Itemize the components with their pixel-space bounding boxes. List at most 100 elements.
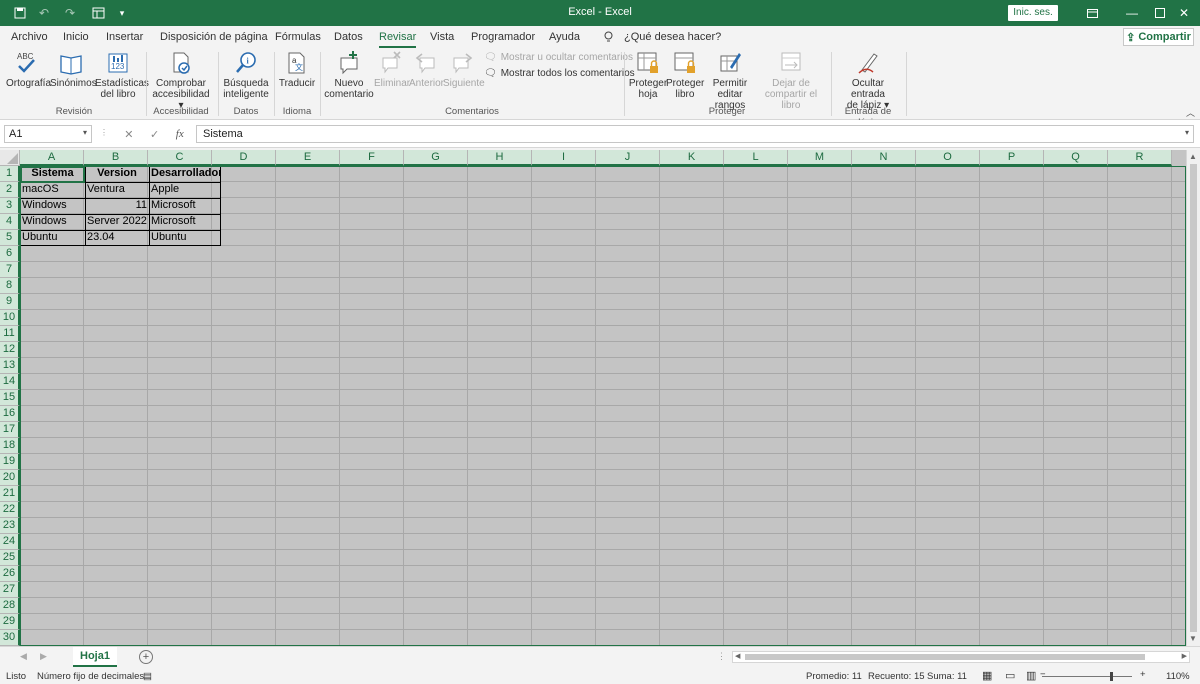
tab-inicio[interactable]: Inicio [63, 31, 89, 43]
close-icon[interactable]: ✕ [1162, 0, 1200, 26]
row-header-9[interactable]: 9 [0, 294, 20, 310]
tab-formulas[interactable]: Fórmulas [275, 31, 321, 43]
row-header-26[interactable]: 26 [0, 566, 20, 582]
zoom-out-icon[interactable]: − [1040, 669, 1046, 680]
worksheet-grid[interactable]: ABCDEFGHIJKLMNOPQR 1 2 3 4 5 6 7 8 9 10 11 12 13 14 15… [0, 150, 1186, 646]
column-header-o[interactable]: O [916, 150, 980, 166]
row-header-8[interactable]: 8 [0, 278, 20, 294]
macro-record-icon[interactable]: ▤ [143, 671, 152, 682]
column-header-i[interactable]: I [532, 150, 596, 166]
page-layout-icon[interactable]: ▭ [1005, 669, 1015, 682]
column-header-g[interactable]: G [404, 150, 468, 166]
tab-disposicion[interactable]: Disposición de página [160, 31, 268, 43]
row-header-20[interactable]: 20 [0, 470, 20, 486]
prev-sheet-icon[interactable]: ◀ [20, 651, 27, 662]
row-header-30[interactable]: 30 [0, 630, 20, 646]
row-header-1[interactable]: 1 [0, 166, 20, 182]
share-button[interactable]: ⇪ Compartir [1123, 28, 1194, 46]
enter-icon[interactable]: ✓ [150, 128, 159, 141]
tab-archivo[interactable]: Archivo [11, 31, 48, 43]
formula-input[interactable]: Sistema [196, 125, 1194, 143]
previous-comment-button[interactable]: Anterior [409, 50, 444, 89]
row-header-19[interactable]: 19 [0, 454, 20, 470]
cancel-icon[interactable]: ✕ [124, 128, 133, 141]
row-header-6[interactable]: 6 [0, 246, 20, 262]
select-all-button[interactable] [0, 150, 20, 166]
check-accessibility-button[interactable]: Comprobar accesibilidad ▾ [150, 50, 212, 111]
row-header-7[interactable]: 7 [0, 262, 20, 278]
column-header-a[interactable]: A [20, 150, 84, 166]
ribbon-display-icon[interactable] [1070, 0, 1114, 26]
workbook-statistics-button[interactable]: 123 Estadísticas del libro [95, 50, 149, 100]
new-comment-button[interactable]: Nuevo comentario [324, 50, 374, 100]
next-comment-button[interactable]: Siguiente [443, 50, 485, 89]
tab-revisar[interactable]: Revisar [379, 31, 417, 48]
row-header-10[interactable]: 10 [0, 310, 20, 326]
tab-vista[interactable]: Vista [430, 31, 454, 43]
show-hide-comment-button[interactable]: 🗨 Mostrar u ocultar comentarios [484, 52, 633, 63]
row-header-2[interactable]: 2 [0, 182, 20, 198]
column-header-p[interactable]: P [980, 150, 1044, 166]
row-header-21[interactable]: 21 [0, 486, 20, 502]
horizontal-scrollbar[interactable]: ◀ ▶ [732, 651, 1190, 663]
page-break-icon[interactable]: ▥ [1026, 669, 1036, 682]
show-all-comments-button[interactable]: 🗨 Mostrar todos los comentarios [484, 68, 635, 79]
column-header-k[interactable]: K [660, 150, 724, 166]
protect-workbook-button[interactable]: Proteger libro [666, 50, 704, 100]
row-header-4[interactable]: 4 [0, 214, 20, 230]
name-box[interactable]: A1 ▾ [4, 125, 92, 143]
column-header-f[interactable]: F [340, 150, 404, 166]
column-header-m[interactable]: M [788, 150, 852, 166]
expand-formula-icon[interactable]: ▾ [1185, 128, 1189, 137]
scroll-down-icon[interactable]: ▼ [1189, 634, 1197, 643]
row-header-3[interactable]: 3 [0, 198, 20, 214]
zoom-slider-knob[interactable] [1110, 672, 1113, 681]
column-header-r[interactable]: R [1108, 150, 1172, 166]
next-sheet-icon[interactable]: ▶ [40, 651, 47, 662]
row-header-27[interactable]: 27 [0, 582, 20, 598]
smart-lookup-button[interactable]: i Búsqueda inteligente [222, 50, 270, 100]
column-header-h[interactable]: H [468, 150, 532, 166]
column-header-d[interactable]: D [212, 150, 276, 166]
tab-ayuda[interactable]: Ayuda [549, 31, 580, 43]
row-header-16[interactable]: 16 [0, 406, 20, 422]
row-header-18[interactable]: 18 [0, 438, 20, 454]
collapse-ribbon-icon[interactable]: ︿ [1186, 106, 1195, 119]
allow-edit-ranges-button[interactable]: Permitir editar rangos [704, 50, 756, 111]
row-header-28[interactable]: 28 [0, 598, 20, 614]
column-header-e[interactable]: E [276, 150, 340, 166]
row-header-25[interactable]: 25 [0, 550, 20, 566]
unshare-workbook-button[interactable]: Dejar de compartir el libro [756, 50, 826, 111]
column-header-c[interactable]: C [148, 150, 212, 166]
row-header-5[interactable]: 5 [0, 230, 20, 246]
insert-function-icon[interactable]: fx [176, 128, 184, 140]
row-header-29[interactable]: 29 [0, 614, 20, 630]
spelling-button[interactable]: ABC Ortografía [6, 50, 51, 89]
scroll-left-icon[interactable]: ◀ [735, 652, 740, 660]
row-header-12[interactable]: 12 [0, 342, 20, 358]
column-header-l[interactable]: L [724, 150, 788, 166]
sign-in-button[interactable]: Inic. ses. [1008, 5, 1058, 21]
normal-view-icon[interactable]: ▦ [982, 669, 992, 682]
column-header-q[interactable]: Q [1044, 150, 1108, 166]
column-header-n[interactable]: N [852, 150, 916, 166]
column-header-b[interactable]: B [84, 150, 148, 166]
scroll-thumb[interactable] [745, 654, 1145, 660]
row-header-24[interactable]: 24 [0, 534, 20, 550]
column-header-j[interactable]: J [596, 150, 660, 166]
sheet-tab-hoja1[interactable]: Hoja1 [73, 647, 117, 667]
row-header-22[interactable]: 22 [0, 502, 20, 518]
scroll-right-icon[interactable]: ▶ [1182, 652, 1187, 660]
protect-sheet-button[interactable]: Proteger hoja [628, 50, 668, 100]
row-header-23[interactable]: 23 [0, 518, 20, 534]
tab-insertar[interactable]: Insertar [106, 31, 143, 43]
zoom-level[interactable]: 110% [1166, 671, 1190, 682]
row-header-11[interactable]: 11 [0, 326, 20, 342]
zoom-in-icon[interactable]: + [1140, 669, 1146, 680]
scroll-thumb[interactable] [1190, 164, 1197, 632]
scroll-up-icon[interactable]: ▲ [1189, 152, 1197, 161]
row-header-13[interactable]: 13 [0, 358, 20, 374]
zoom-slider[interactable] [1042, 676, 1132, 677]
delete-comment-button[interactable]: Eliminar [374, 50, 410, 89]
hide-ink-button[interactable]: Ocultar entrada de lápiz ▾ [835, 50, 901, 111]
